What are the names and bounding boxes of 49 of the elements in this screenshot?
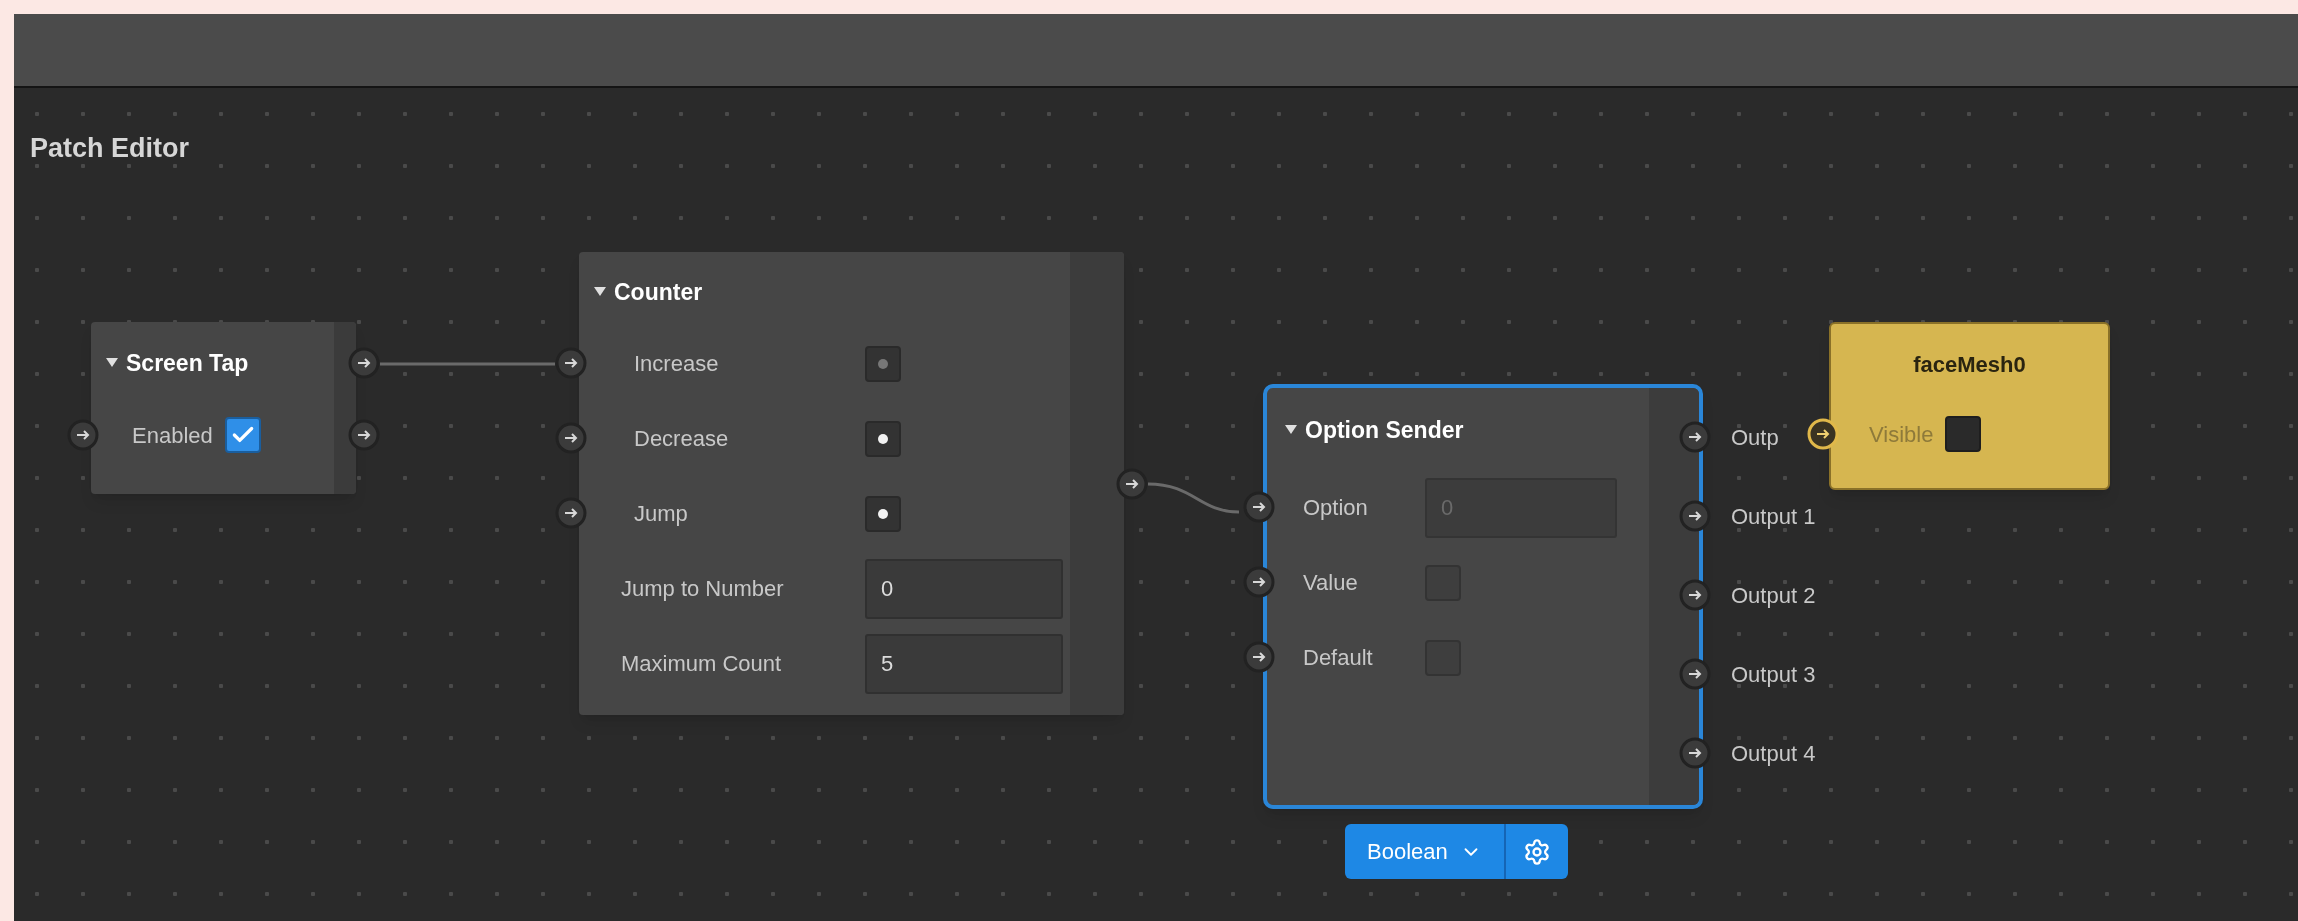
port-icon[interactable]: [555, 347, 587, 379]
pulse-button[interactable]: [865, 495, 901, 532]
collapse-triangle-icon[interactable]: [594, 287, 606, 297]
output-label: Output 3: [1731, 661, 1816, 689]
number-field[interactable]: 5: [865, 633, 1063, 694]
settings-button[interactable]: [1505, 824, 1568, 879]
port-icon[interactable]: [1807, 418, 1839, 450]
settings-icon: [1522, 837, 1551, 866]
panel-title: Patch Editor: [30, 132, 190, 165]
pulse-button[interactable]: [865, 420, 901, 457]
type-dropdown[interactable]: Boolean: [1345, 824, 1506, 879]
port-icon[interactable]: [1243, 641, 1275, 673]
input-label: Enabled: [132, 421, 213, 450]
input-label: Jump: [633, 500, 689, 528]
port-icon[interactable]: [555, 497, 587, 529]
node-title: Counter: [614, 277, 703, 307]
input-label: Increase: [633, 350, 720, 378]
port-icon[interactable]: [1243, 566, 1275, 598]
port-icon[interactable]: [555, 422, 587, 454]
input-label: Default: [1302, 644, 1374, 672]
port-icon[interactable]: [1679, 658, 1711, 690]
node-card[interactable]: [1829, 322, 2110, 490]
output-label: Output 1: [1731, 503, 1816, 531]
input-label: Jump to Number: [620, 575, 785, 603]
port-icon[interactable]: [1679, 500, 1711, 532]
node-title: faceMesh0: [1913, 350, 2026, 379]
output-label: Output 4: [1731, 740, 1816, 768]
number-field[interactable]: 0: [865, 558, 1063, 619]
input-label: Value: [1302, 569, 1359, 597]
input-label: Option: [1302, 494, 1369, 522]
checkbox[interactable]: [1945, 416, 1982, 452]
checkbox[interactable]: [224, 417, 261, 453]
port-icon[interactable]: [1679, 737, 1711, 769]
port-icon[interactable]: [348, 347, 380, 379]
port-icon[interactable]: [1243, 491, 1275, 523]
output-label: Output 2: [1731, 582, 1816, 610]
input-label: Maximum Count: [620, 650, 783, 678]
node-title: Screen Tap: [126, 348, 249, 378]
port-icon[interactable]: [1679, 579, 1711, 611]
node-title: Option Sender: [1305, 415, 1464, 445]
port-icon[interactable]: [1679, 421, 1711, 453]
port-icon[interactable]: [348, 419, 380, 451]
input-label: Decrease: [633, 425, 730, 453]
collapse-triangle-icon[interactable]: [1285, 425, 1297, 435]
port-icon[interactable]: [67, 419, 99, 451]
input-label: Visible: [1869, 420, 1934, 449]
port-icon[interactable]: [1116, 468, 1148, 500]
collapse-triangle-icon[interactable]: [106, 358, 118, 368]
output-label: Outp: [1731, 424, 1779, 452]
